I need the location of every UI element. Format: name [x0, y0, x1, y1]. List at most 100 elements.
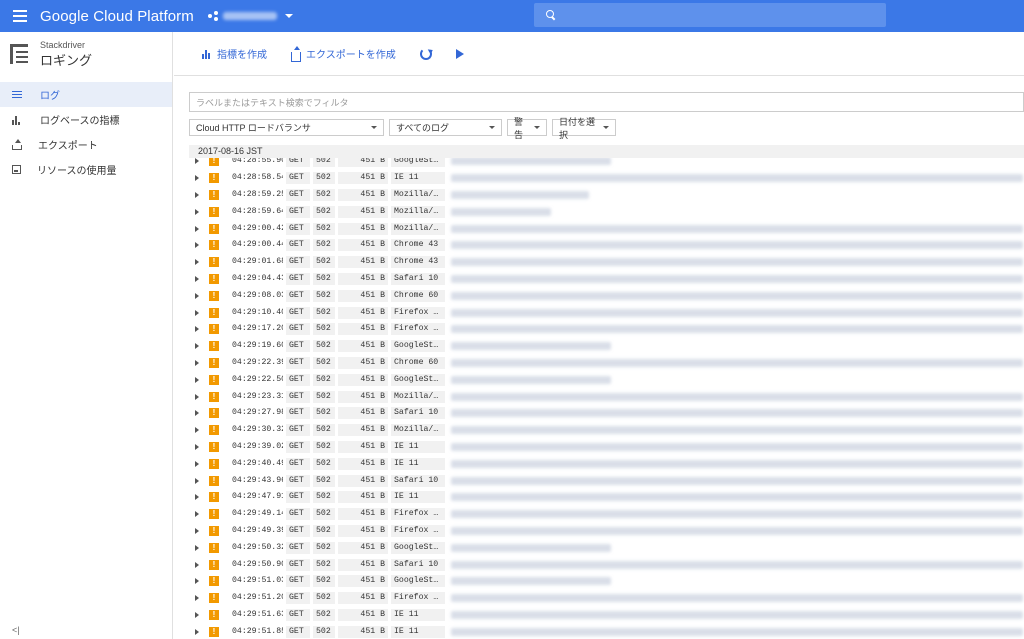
log-request-url-redacted [451, 392, 1023, 401]
collapse-sidebar-icon[interactable]: <| [12, 625, 20, 635]
log-response-size: 451 B [338, 205, 388, 218]
log-http-status: 502 [313, 608, 335, 621]
refresh-icon[interactable] [419, 47, 432, 60]
log-entry-row[interactable]: ! 04:29:01.684GET502451 BChrome 43 [189, 254, 1024, 271]
expand-arrow-icon[interactable] [195, 595, 199, 602]
sidebar-item-exports[interactable]: エクスポート [0, 132, 172, 157]
sidebar-item-logs[interactable]: ログ [0, 82, 172, 107]
log-entry-row[interactable]: ! 04:29:47.916GET502451 BIE 11 [189, 489, 1024, 506]
log-response-size: 451 B [338, 491, 388, 504]
expand-arrow-icon[interactable] [195, 460, 199, 467]
log-timestamp: 04:28:59.251 [232, 189, 283, 199]
expand-arrow-icon[interactable] [195, 259, 199, 266]
log-entry-row[interactable]: ! 04:28:59.642GET502451 BMozilla/5.… [189, 203, 1024, 220]
hamburger-menu-icon[interactable] [0, 0, 40, 32]
expand-arrow-icon[interactable] [195, 225, 199, 232]
expand-arrow-icon[interactable] [195, 191, 199, 198]
log-entry-row[interactable]: ! 04:29:00.424GET502451 BMozilla/5.… [189, 220, 1024, 237]
log-entry-row[interactable]: ! 04:29:51.855GET502451 BIE 11 [189, 623, 1024, 639]
expand-arrow-icon[interactable] [195, 628, 199, 635]
sidebar-item-resource-usage[interactable]: リソースの使用量 [0, 157, 172, 182]
log-entry-row[interactable]: ! 04:29:43.961GET502451 BSafari 10 [189, 472, 1024, 489]
expand-arrow-icon[interactable] [195, 393, 199, 400]
expand-arrow-icon[interactable] [195, 561, 199, 568]
log-timestamp: 04:29:19.605 [232, 341, 283, 351]
log-entry-row[interactable]: ! 04:29:22.390GET502451 BChrome 60 [189, 355, 1024, 372]
brand-title[interactable]: Google Cloud Platform [40, 8, 194, 25]
log-entry-row[interactable]: ! 04:29:08.037GET502451 BChrome 60 [189, 287, 1024, 304]
log-entry-row[interactable]: ! 04:29:04.430GET502451 BSafari 10 [189, 271, 1024, 288]
warning-severity-icon: ! [209, 357, 219, 368]
log-entry-row[interactable]: ! 04:28:58.544GET502451 BIE 11 [189, 170, 1024, 187]
expand-arrow-icon[interactable] [195, 158, 199, 165]
play-icon[interactable] [455, 48, 464, 59]
expand-arrow-icon[interactable] [195, 326, 199, 333]
log-timestamp: 04:29:00.440 [232, 240, 283, 250]
expand-arrow-icon[interactable] [195, 544, 199, 551]
log-entry-row[interactable]: ! 04:29:17.206GET502451 BFirefox 54 [189, 321, 1024, 338]
expand-arrow-icon[interactable] [195, 309, 199, 316]
log-request-url-redacted [451, 560, 1023, 569]
expand-arrow-icon[interactable] [195, 611, 199, 618]
log-entry-row[interactable]: ! 04:29:39.025GET502451 BIE 11 [189, 439, 1024, 456]
expand-arrow-icon[interactable] [195, 292, 199, 299]
resource-select[interactable]: Cloud HTTP ロードバランサ [189, 119, 384, 136]
log-entry-row[interactable]: ! 04:29:10.408GET502451 BFirefox 54 [189, 304, 1024, 321]
log-entry-row[interactable]: ! 04:29:19.605GET502451 BGoogleStac… [189, 338, 1024, 355]
log-user-agent: IE 11 [391, 440, 445, 453]
log-user-agent: Mozilla/5.… [391, 424, 445, 437]
log-entry-row[interactable]: ! 04:29:51.636GET502451 BIE 11 [189, 607, 1024, 624]
search-input[interactable] [534, 3, 886, 27]
log-name-select[interactable]: すべてのログ [389, 119, 502, 136]
expand-arrow-icon[interactable] [195, 208, 199, 215]
log-entry-row[interactable]: ! 04:29:22.500GET502451 BGoogleStac… [189, 371, 1024, 388]
logging-product-icon [10, 44, 28, 64]
log-entry-row[interactable]: ! 04:29:40.497GET502451 BIE 11 [189, 455, 1024, 472]
expand-arrow-icon[interactable] [195, 242, 199, 249]
log-entry-row[interactable]: ! 04:28:55.906GET502451 BGoogleStac… [189, 158, 1024, 170]
log-entry-row[interactable]: ! 04:28:59.251GET502451 BMozilla/5.… [189, 187, 1024, 204]
log-entry-row[interactable]: ! 04:29:23.318GET502451 BMozilla/5.… [189, 388, 1024, 405]
log-entry-row[interactable]: ! 04:29:50.906GET502451 BSafari 10 [189, 556, 1024, 573]
log-entry-row[interactable]: ! 04:29:49.391GET502451 BFirefox 54 [189, 523, 1024, 540]
expand-arrow-icon[interactable] [195, 443, 199, 450]
expand-arrow-icon[interactable] [195, 359, 199, 366]
warning-severity-icon: ! [209, 408, 219, 419]
expand-arrow-icon[interactable] [195, 477, 199, 484]
expand-arrow-icon[interactable] [195, 427, 199, 434]
log-http-method: GET [286, 188, 310, 201]
date-select[interactable]: 日付を選択 [552, 117, 616, 140]
log-entry-row[interactable]: ! 04:29:49.147GET502451 BFirefox 54 [189, 506, 1024, 523]
expand-arrow-icon[interactable] [195, 410, 199, 417]
create-metric-button[interactable]: 指標を作成 [202, 46, 267, 61]
expand-arrow-icon[interactable] [195, 275, 199, 282]
log-entries-list: !04:28:55.906GET502451 BGoogleStac…!04:2… [189, 158, 1024, 639]
sidebar-item-log-metrics[interactable]: ログベースの指標 [0, 107, 172, 132]
log-entry-row[interactable]: ! 04:29:00.440GET502451 BChrome 43 [189, 237, 1024, 254]
log-entry-row[interactable]: ! 04:29:27.982GET502451 BSafari 10 [189, 405, 1024, 422]
severity-select[interactable]: 警告 [507, 117, 547, 140]
expand-arrow-icon[interactable] [195, 494, 199, 501]
expand-arrow-icon[interactable] [195, 578, 199, 585]
project-selector[interactable] [207, 11, 293, 21]
log-http-status: 502 [313, 188, 335, 201]
log-response-size: 451 B [338, 541, 388, 554]
log-entry-row[interactable]: ! 04:29:30.322GET502451 BMozilla/5.… [189, 422, 1024, 439]
log-entry-row[interactable]: ! 04:29:51.033GET502451 BGoogleStac… [189, 573, 1024, 590]
expand-arrow-icon[interactable] [195, 376, 199, 383]
log-http-method: GET [286, 256, 310, 269]
warning-severity-icon: ! [209, 458, 219, 469]
expand-arrow-icon[interactable] [195, 511, 199, 518]
expand-arrow-icon[interactable] [195, 343, 199, 350]
log-entry-row[interactable]: ! 04:29:51.200GET502451 BFirefox 54 [189, 590, 1024, 607]
filter-input[interactable]: ラベルまたはテキスト検索でフィルタ [189, 92, 1024, 112]
log-http-status: 502 [313, 474, 335, 487]
log-request-url-redacted [451, 241, 1023, 250]
log-http-method: GET [286, 625, 310, 638]
expand-arrow-icon[interactable] [195, 175, 199, 182]
log-user-agent: Mozilla/5.… [391, 205, 445, 218]
log-response-size: 451 B [338, 356, 388, 369]
log-entry-row[interactable]: ! 04:29:50.326GET502451 BGoogleStac… [189, 539, 1024, 556]
expand-arrow-icon[interactable] [195, 527, 199, 534]
create-export-button[interactable]: エクスポートを作成 [291, 45, 396, 62]
